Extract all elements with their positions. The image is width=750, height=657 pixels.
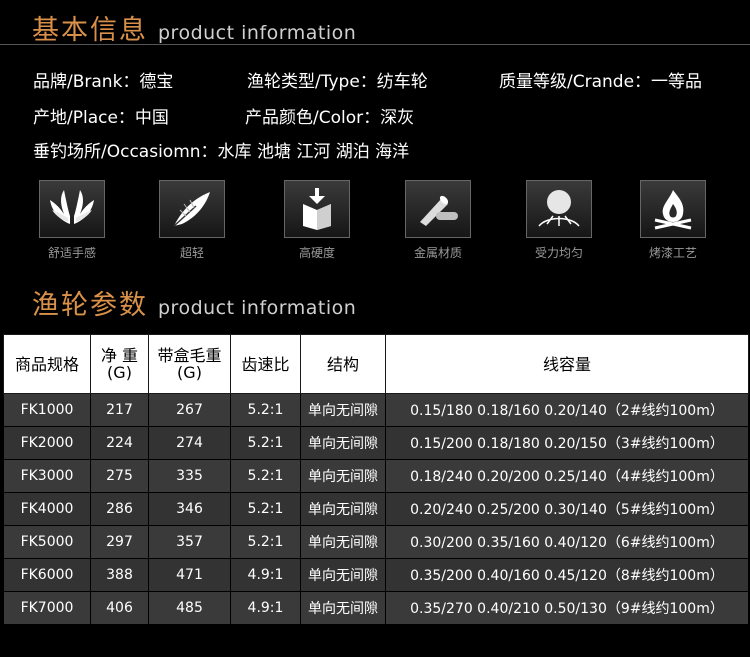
cell-net-weight: 275 — [90, 459, 149, 493]
cell-gross-weight: 471 — [148, 558, 231, 592]
cell-model: FK3000 — [3, 459, 91, 493]
table-row: FK3000 275 335 5.2:1 单向无间隙 0.18/240 0.20… — [3, 459, 749, 493]
cell-net-weight: 224 — [90, 426, 149, 460]
feature-label: 烤漆工艺 — [648, 246, 697, 260]
hands-icon — [39, 180, 105, 238]
cell-net-weight: 286 — [90, 492, 149, 526]
cell-line-capacity: 0.20/240 0.25/200 0.30/140（5#线约100m） — [385, 492, 749, 526]
cell-model: FK5000 — [3, 525, 91, 559]
info-type: 渔轮类型/Type：纺车轮 — [247, 72, 428, 92]
cell-gross-weight: 357 — [148, 525, 231, 559]
feature-comfort: 舒适手感 — [27, 180, 117, 261]
table-header-row: 商品规格 净 重 (G) 带盒毛重 (G) 齿速比 结构 线容量 — [3, 334, 749, 394]
cell-model: FK6000 — [3, 558, 91, 592]
feature-metal: 金属材质 — [393, 180, 483, 261]
header-net-weight: 净 重 (G) — [90, 334, 149, 394]
feature-label: 受力均匀 — [534, 246, 583, 260]
header-structure: 结构 — [300, 334, 386, 394]
cell-gear-ratio: 5.2:1 — [230, 459, 301, 493]
table-row: FK2000 224 274 5.2:1 单向无间隙 0.15/200 0.18… — [3, 426, 749, 460]
cell-net-weight: 297 — [90, 525, 149, 559]
table-row: FK7000 406 485 4.9:1 单向无间隙 0.35/270 0.40… — [3, 591, 749, 625]
feature-label: 超轻 — [179, 246, 204, 260]
cell-model: FK2000 — [3, 426, 91, 460]
cell-gear-ratio: 4.9:1 — [230, 558, 301, 592]
info-occasion: 垂钓场所/Occasiomn：水库 池塘 江河 湖泊 海洋 — [33, 142, 410, 162]
info-color: 产品颜色/Color：深灰 — [245, 108, 415, 128]
force-ball-icon — [526, 180, 592, 238]
cell-line-capacity: 0.30/200 0.35/160 0.40/120（6#线约100m） — [385, 525, 749, 559]
cell-net-weight: 217 — [90, 393, 149, 427]
feature-paint: 烤漆工艺 — [628, 180, 718, 261]
metal-rod-icon — [405, 180, 471, 238]
table-row: FK6000 388 471 4.9:1 单向无间隙 0.35/200 0.40… — [3, 558, 749, 592]
feature-icons: 舒适手感 超轻 高硬度 金属材质 受力均匀 烤漆工艺 — [0, 180, 750, 265]
cell-gear-ratio: 4.9:1 — [230, 591, 301, 625]
cell-gross-weight: 267 — [148, 393, 231, 427]
header-model: 商品规格 — [3, 334, 91, 394]
table-row: FK4000 286 346 5.2:1 单向无间隙 0.20/240 0.25… — [3, 492, 749, 526]
cell-model: FK1000 — [3, 393, 91, 427]
flame-icon — [640, 180, 706, 238]
cell-gross-weight: 274 — [148, 426, 231, 460]
cell-line-capacity: 0.35/270 0.40/210 0.50/130（9#线约100m） — [385, 591, 749, 625]
feature-light: 超轻 — [147, 180, 237, 261]
cell-net-weight: 388 — [90, 558, 149, 592]
cell-structure: 单向无间隙 — [300, 459, 386, 493]
table-row: FK1000 217 267 5.2:1 单向无间隙 0.15/180 0.18… — [3, 393, 749, 427]
header-line-capacity: 线容量 — [385, 334, 749, 394]
section-title-cn: 基本信息 — [32, 15, 148, 46]
cell-line-capacity: 0.15/200 0.18/180 0.20/150（3#线约100m） — [385, 426, 749, 460]
cell-gross-weight: 335 — [148, 459, 231, 493]
cell-structure: 单向无间隙 — [300, 525, 386, 559]
spec-table: 商品规格 净 重 (G) 带盒毛重 (G) 齿速比 结构 线容量 FK1000 … — [3, 334, 749, 625]
feature-force: 受力均匀 — [514, 180, 604, 261]
cell-model: FK7000 — [3, 591, 91, 625]
cell-gear-ratio: 5.2:1 — [230, 426, 301, 460]
info-grade: 质量等级/Crande：一等品 — [499, 72, 703, 92]
section-divider — [0, 44, 750, 45]
cell-structure: 单向无间隙 — [300, 426, 386, 460]
info-place: 产地/Place：中国 — [33, 108, 169, 128]
section-header-basic-info: 基本信息 product information — [32, 8, 356, 47]
hardness-icon — [284, 180, 350, 238]
feature-label: 金属材质 — [413, 246, 462, 260]
feature-label: 舒适手感 — [47, 246, 96, 260]
cell-gross-weight: 346 — [148, 492, 231, 526]
cell-gross-weight: 485 — [148, 591, 231, 625]
cell-model: FK4000 — [3, 492, 91, 526]
info-brand: 品牌/Brank：德宝 — [33, 72, 174, 92]
section-header-reel-params: 渔轮参数 product information — [32, 283, 356, 322]
header-gear-ratio: 齿速比 — [230, 334, 301, 394]
section-title-en: product information — [158, 22, 357, 44]
cell-gear-ratio: 5.2:1 — [230, 393, 301, 427]
cell-structure: 单向无间隙 — [300, 492, 386, 526]
cell-structure: 单向无间隙 — [300, 393, 386, 427]
section-title-cn: 渔轮参数 — [32, 290, 148, 321]
cell-net-weight: 406 — [90, 591, 149, 625]
feather-icon — [159, 180, 225, 238]
feature-hardness: 高硬度 — [272, 180, 362, 261]
cell-line-capacity: 0.18/240 0.20/200 0.25/140（4#线约100m） — [385, 459, 749, 493]
cell-structure: 单向无间隙 — [300, 591, 386, 625]
cell-gear-ratio: 5.2:1 — [230, 492, 301, 526]
cell-structure: 单向无间隙 — [300, 558, 386, 592]
table-row: FK5000 297 357 5.2:1 单向无间隙 0.30/200 0.35… — [3, 525, 749, 559]
cell-line-capacity: 0.15/180 0.18/160 0.20/140（2#线约100m） — [385, 393, 749, 427]
feature-label: 高硬度 — [298, 246, 335, 260]
cell-gear-ratio: 5.2:1 — [230, 525, 301, 559]
header-gross-weight: 带盒毛重 (G) — [148, 334, 231, 394]
section-title-en: product information — [158, 297, 357, 319]
cell-line-capacity: 0.35/200 0.40/160 0.45/120（8#线约100m） — [385, 558, 749, 592]
